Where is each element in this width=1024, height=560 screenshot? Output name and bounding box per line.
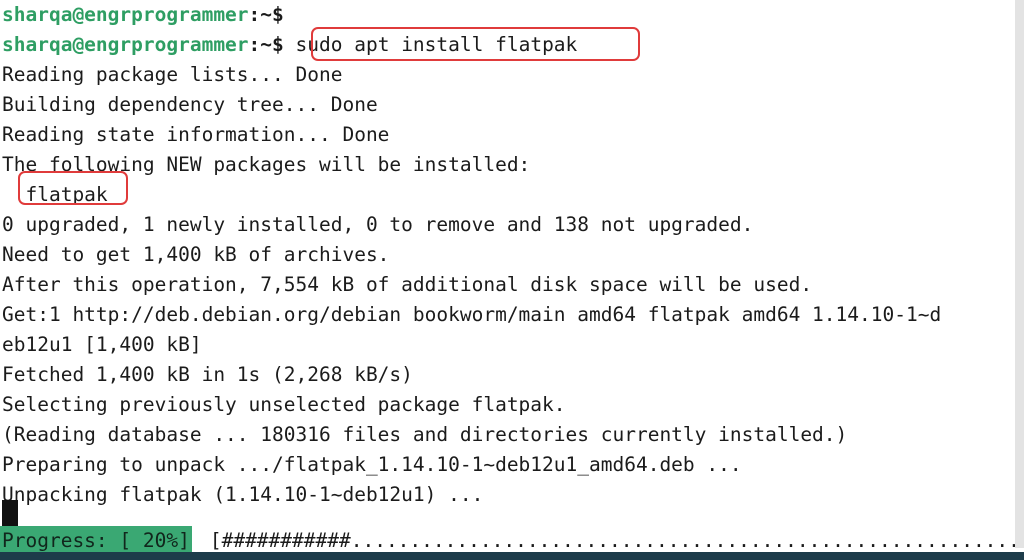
command-text — [284, 33, 296, 56]
entered-command: sudo apt install flatpak — [295, 33, 578, 56]
output-line: Reading package lists... Done — [2, 63, 343, 86]
prompt-line-command: sharqa@engrprogrammer:~$ sudo apt instal… — [0, 30, 1015, 60]
output-line: (Reading database ... 180316 files and d… — [2, 423, 848, 446]
output-line: Get:1 http://deb.debian.org/debian bookw… — [2, 303, 942, 326]
prompt-path-sign: :~$ — [248, 3, 284, 26]
prompt-path-sign: :~$ — [248, 33, 284, 56]
output-line: Selecting previously unselected package … — [2, 393, 566, 416]
right-edge-strip — [1015, 0, 1024, 548]
output-line: Preparing to unpack .../flatpak_1.14.10-… — [2, 453, 742, 476]
output-line: eb12u1 [1,400 kB] — [2, 333, 202, 356]
prompt-user-host: sharqa@engrprogrammer — [2, 3, 249, 26]
output-line: Building dependency tree... Done — [2, 93, 378, 116]
progress-bar: [###########............................… — [209, 529, 1024, 552]
output-line: After this operation, 7,554 kB of additi… — [2, 273, 813, 296]
output-line: 0 upgraded, 1 newly installed, 0 to remo… — [2, 213, 754, 236]
terminal-window[interactable]: sharqa@engrprogrammer:~$ sharqa@engrprog… — [0, 0, 1024, 560]
output-line: Reading state information... Done — [2, 123, 390, 146]
output-line: The following NEW packages will be insta… — [2, 153, 531, 176]
prompt-line-idle: sharqa@engrprogrammer:~$ — [0, 0, 1015, 30]
output-line: Unpacking flatpak (1.14.10-1~deb12u1) ..… — [2, 483, 484, 506]
output-line-package: flatpak — [2, 183, 108, 206]
terminal-output[interactable]: sharqa@engrprogrammer:~$ sharqa@engrprog… — [0, 0, 1015, 510]
output-line: Need to get 1,400 kB of archives. — [2, 243, 390, 266]
text-cursor — [2, 500, 18, 526]
output-line: Fetched 1,400 kB in 1s (2,268 kB/s) — [2, 363, 413, 386]
prompt-user-host: sharqa@engrprogrammer — [2, 33, 249, 56]
bottom-edge-strip — [0, 552, 1024, 560]
